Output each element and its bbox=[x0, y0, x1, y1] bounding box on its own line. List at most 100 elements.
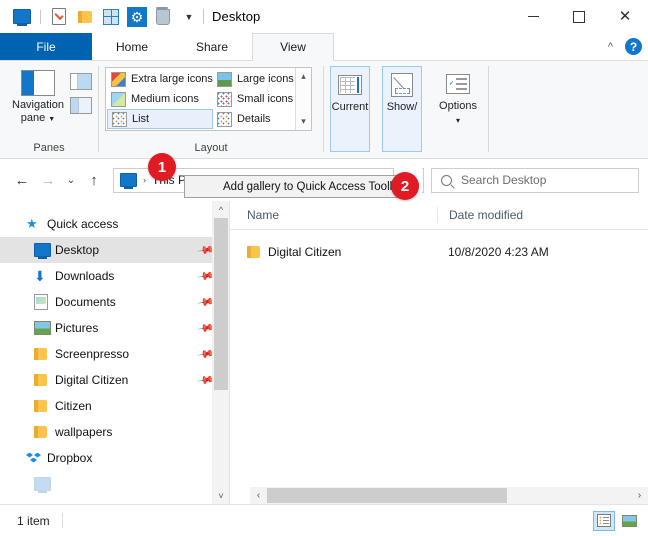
navigation-pane-label-line2: pane bbox=[20, 112, 46, 124]
tab-file[interactable]: File bbox=[0, 33, 92, 60]
ribbon-group-options: ✓ Options ▾ bbox=[428, 61, 488, 158]
navigation-pane-scrollbar[interactable]: ^ ˅ bbox=[212, 201, 229, 504]
large-icons-icon bbox=[216, 71, 232, 87]
sidebar-item-digital-citizen[interactable]: Digital Citizen 📌 bbox=[0, 367, 229, 393]
customize-grid-icon[interactable] bbox=[101, 7, 121, 27]
scrollbar-thumb[interactable] bbox=[214, 218, 228, 390]
maximize-button[interactable] bbox=[556, 0, 602, 33]
details-pane-button[interactable] bbox=[70, 97, 92, 114]
navigation-pane-label-line1: Navigation bbox=[12, 99, 64, 111]
properties-icon[interactable] bbox=[49, 7, 69, 27]
extra-large-icons-icon bbox=[111, 71, 126, 87]
layout-item-label: Small icons bbox=[236, 93, 294, 105]
sidebar-item-label: Digital Citizen bbox=[55, 373, 129, 387]
sidebar-item-documents[interactable]: Documents 📌 bbox=[0, 289, 229, 315]
up-button[interactable]: ↑ bbox=[81, 167, 107, 193]
medium-icons-icon bbox=[111, 91, 126, 107]
sidebar-item-downloads[interactable]: ⬇ Downloads 📌 bbox=[0, 263, 229, 289]
context-menu-add-gallery-to-qat[interactable]: Add gallery to Quick Access Toolbar bbox=[184, 175, 412, 198]
collapse-ribbon-icon[interactable]: ^ bbox=[604, 41, 617, 53]
column-header-date-modified[interactable]: Date modified bbox=[437, 207, 648, 223]
file-name-cell[interactable]: Digital Citizen bbox=[230, 245, 437, 259]
file-name-label: Digital Citizen bbox=[268, 245, 342, 259]
new-folder-icon[interactable] bbox=[75, 7, 95, 27]
download-icon: ⬇ bbox=[34, 268, 46, 284]
layout-item-details[interactable]: Details bbox=[213, 109, 294, 129]
details-view-toggle[interactable] bbox=[593, 510, 615, 531]
layout-item-label: Medium icons bbox=[131, 93, 199, 105]
show-hide-icon bbox=[387, 71, 417, 99]
recycle-bin-icon[interactable] bbox=[153, 6, 173, 27]
properties-monitor-icon[interactable] bbox=[12, 7, 32, 27]
help-icon[interactable]: ? bbox=[625, 38, 642, 55]
tab-home[interactable]: Home bbox=[92, 33, 172, 60]
navigation-pane-button[interactable]: Navigation pane ▼ bbox=[6, 66, 70, 142]
scroll-down-icon[interactable]: ˅ bbox=[213, 487, 229, 504]
layout-gallery[interactable]: Extra large icons Large icons Medium ico… bbox=[105, 67, 312, 131]
options-label: Options bbox=[439, 100, 477, 112]
qat-dropdown-icon[interactable]: ▼ bbox=[179, 7, 199, 27]
gear-icon[interactable]: ⚙ bbox=[127, 6, 147, 27]
ribbon-group-panes: Navigation pane ▼ Panes bbox=[0, 61, 98, 158]
table-row[interactable]: Digital Citizen 10/8/2020 4:23 AM bbox=[230, 239, 648, 265]
minimize-button[interactable] bbox=[510, 0, 556, 33]
navigation-pane-caret-icon[interactable]: ▼ bbox=[48, 116, 55, 123]
layout-item-extra-large-icons[interactable]: Extra large icons bbox=[107, 69, 213, 89]
sidebar-item-wallpapers[interactable]: wallpapers bbox=[0, 419, 229, 445]
horizontal-scrollbar[interactable]: ‹ › bbox=[250, 487, 648, 504]
layout-gallery-scrollbar[interactable]: ▴ ▾ bbox=[295, 68, 311, 130]
layout-item-label: List bbox=[132, 113, 150, 125]
file-list-pane: Name Date modified Digital Citizen 10/8/… bbox=[230, 201, 648, 504]
view-toggle-group bbox=[593, 510, 640, 531]
sidebar-item-dropbox[interactable]: Dropbox bbox=[0, 445, 229, 471]
tab-strip-right-controls: ^ ? bbox=[604, 33, 642, 60]
show-hide-button[interactable]: Show/ bbox=[382, 66, 422, 152]
search-input[interactable]: Search Desktop bbox=[431, 167, 639, 193]
hscroll-right-icon[interactable]: › bbox=[631, 490, 648, 501]
tab-view[interactable]: View bbox=[252, 33, 334, 61]
hscroll-left-icon[interactable]: ‹ bbox=[250, 490, 267, 501]
sidebar-item-label: Documents bbox=[55, 295, 116, 309]
scroll-up-icon[interactable]: ^ bbox=[213, 201, 229, 218]
ribbon-group-current-view: Current bbox=[324, 61, 376, 158]
annotation-badge-1: 1 bbox=[148, 153, 176, 181]
current-view-label: Current bbox=[331, 101, 369, 113]
options-caret-icon[interactable]: ▾ bbox=[456, 114, 460, 127]
back-button[interactable]: ← bbox=[9, 167, 35, 193]
layout-item-small-icons[interactable]: Small icons bbox=[213, 89, 294, 109]
sidebar-item-desktop[interactable]: Desktop 📌 bbox=[0, 237, 229, 263]
hscroll-track[interactable] bbox=[267, 487, 631, 504]
sidebar-item-label: Citizen bbox=[55, 399, 92, 413]
ribbon-group-separator bbox=[488, 66, 489, 152]
folder-icon bbox=[34, 374, 52, 386]
item-count-label: 1 item bbox=[17, 513, 50, 528]
recent-locations-icon[interactable]: ⌄ bbox=[61, 167, 81, 193]
sidebar-item-citizen[interactable]: Citizen bbox=[0, 393, 229, 419]
sidebar-item-pictures[interactable]: Pictures 📌 bbox=[0, 315, 229, 341]
hscroll-thumb[interactable] bbox=[267, 488, 507, 503]
gallery-scroll-up-icon[interactable]: ▴ bbox=[301, 72, 306, 81]
layout-item-medium-icons[interactable]: Medium icons bbox=[107, 89, 213, 109]
annotation-badge-2: 2 bbox=[391, 172, 419, 200]
gallery-scroll-down-icon[interactable]: ▾ bbox=[301, 117, 306, 126]
options-button[interactable]: ✓ Options ▾ bbox=[434, 66, 482, 158]
sidebar-item-partial[interactable] bbox=[0, 471, 229, 497]
forward-button[interactable]: → bbox=[35, 167, 61, 193]
sidebar-item-screenpresso[interactable]: Screenpresso 📌 bbox=[0, 341, 229, 367]
pane-toggle-column bbox=[70, 66, 92, 142]
dropbox-icon bbox=[26, 452, 44, 465]
breadcrumb-separator[interactable]: › bbox=[137, 175, 152, 185]
context-menu-item-label: Add gallery to Quick Access Toolbar bbox=[223, 180, 407, 193]
title-bar: ⚙ ▼ Desktop ✕ bbox=[0, 0, 648, 33]
layout-item-large-icons[interactable]: Large icons bbox=[213, 69, 294, 89]
close-button[interactable]: ✕ bbox=[602, 0, 648, 33]
layout-item-list[interactable]: List bbox=[107, 109, 213, 129]
quick-access-toolbar: ⚙ ▼ bbox=[0, 0, 199, 33]
column-header-name[interactable]: Name bbox=[230, 208, 437, 222]
large-icons-view-toggle[interactable] bbox=[618, 511, 640, 531]
current-view-button[interactable]: Current bbox=[330, 66, 370, 152]
preview-pane-button[interactable] bbox=[70, 73, 92, 90]
tab-share[interactable]: Share bbox=[172, 33, 252, 60]
column-headers: Name Date modified bbox=[230, 201, 648, 230]
sidebar-item-quick-access[interactable]: ★ Quick access bbox=[0, 211, 229, 237]
